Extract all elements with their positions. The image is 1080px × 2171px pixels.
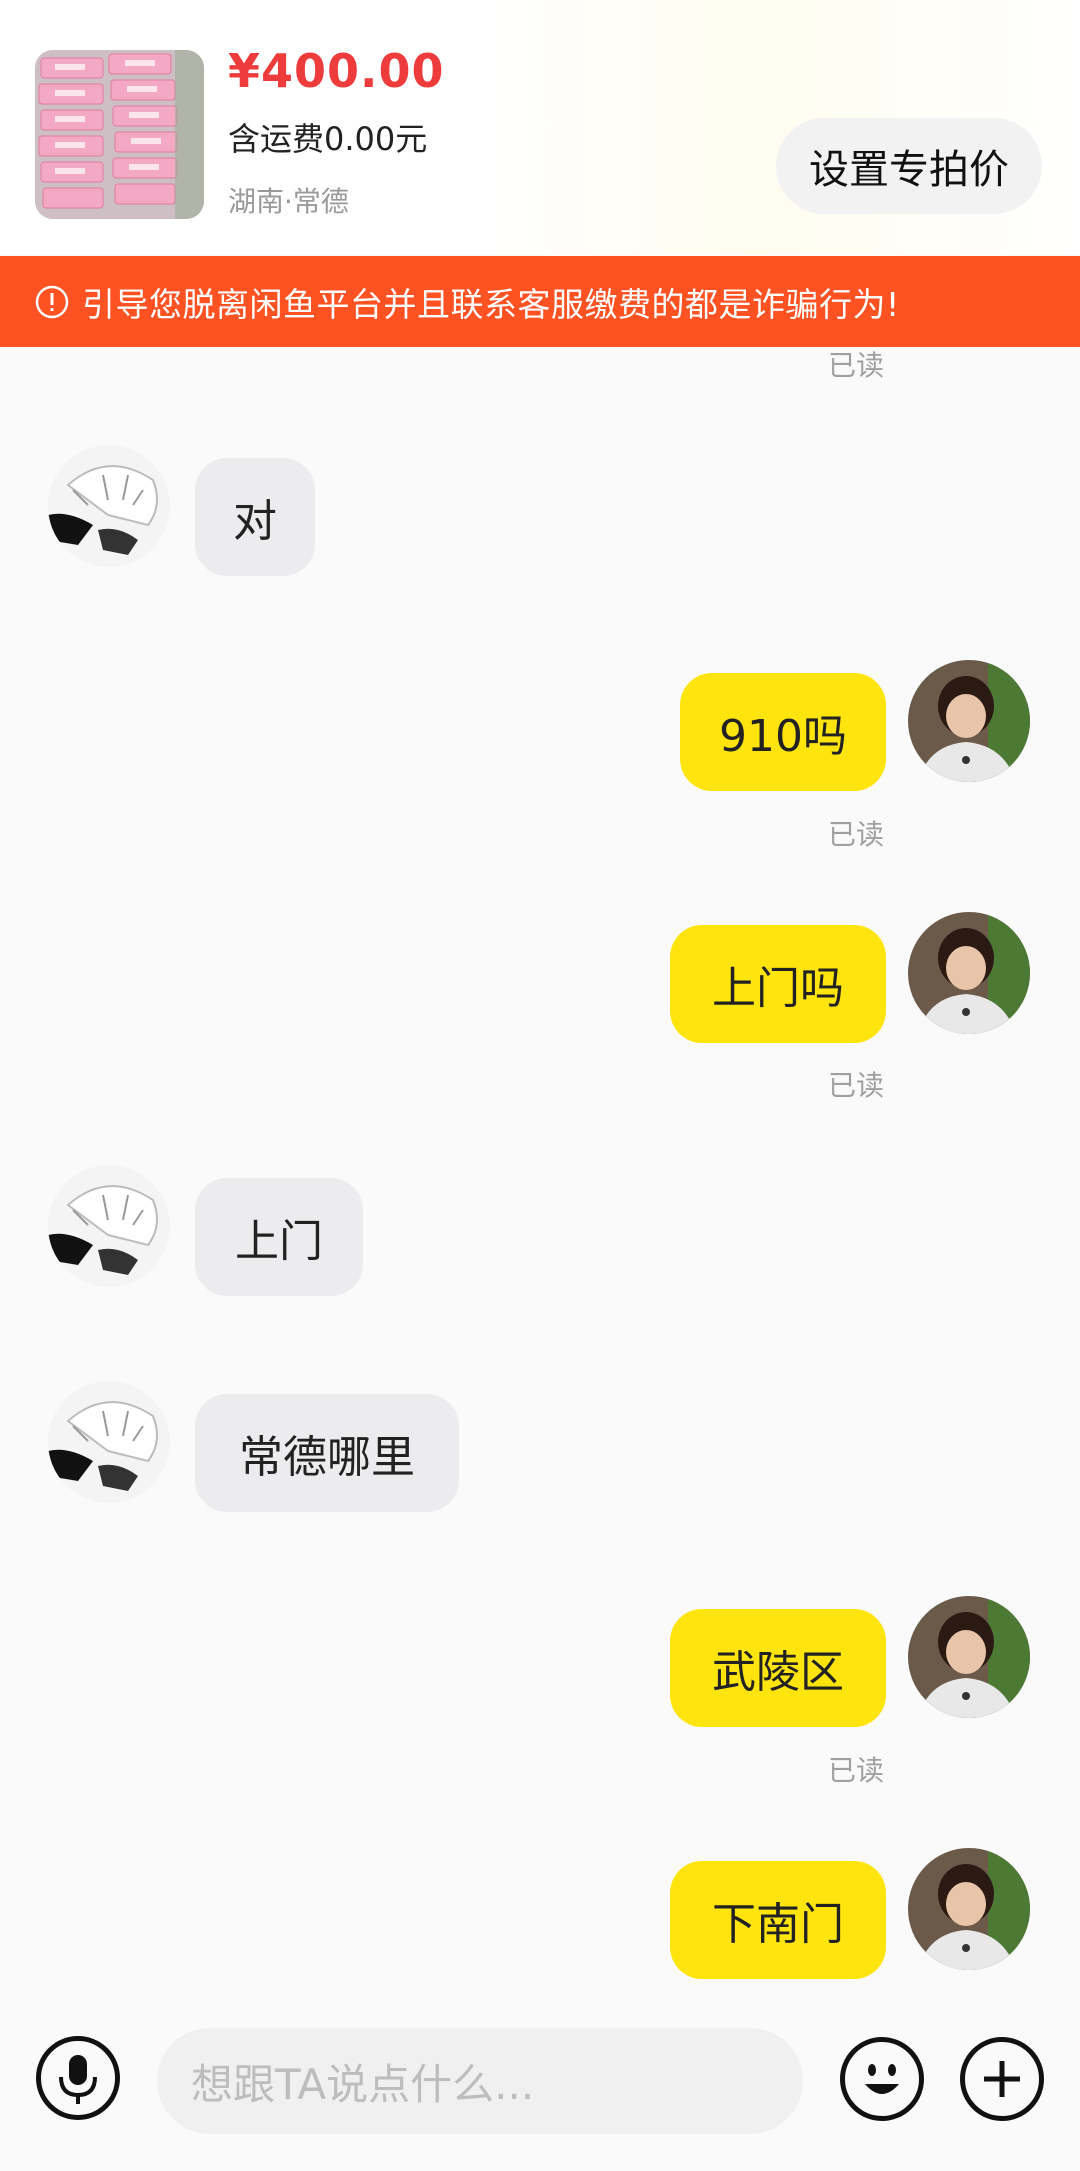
set-special-price-button[interactable]: 设置专拍价 [776, 118, 1042, 214]
read-status: 已读 [828, 1069, 885, 1102]
plus-icon [984, 2061, 1020, 2097]
microphone-icon [59, 2055, 97, 2104]
voice-input-button[interactable] [36, 2036, 120, 2120]
received-message-bubble[interactable]: 对 [195, 458, 315, 576]
fraud-warning-banner: 引导您脱离闲鱼平台并且联系客服缴费的都是诈骗行为! [0, 256, 1080, 347]
contact-avatar[interactable] [48, 1381, 170, 1503]
received-message-bubble[interactable]: 常德哪里 [195, 1394, 459, 1512]
product-price: ¥400.00 [228, 44, 445, 98]
my-avatar[interactable] [908, 1596, 1030, 1718]
emoji-button[interactable] [840, 2037, 924, 2121]
product-thumbnail[interactable] [35, 50, 204, 219]
received-message-bubble[interactable]: 上门 [195, 1178, 363, 1296]
product-header: ¥400.00 含运费0.00元 湖南·常德 设置专拍价 [0, 0, 1080, 255]
alert-circle-icon [35, 285, 69, 318]
contact-avatar[interactable] [48, 445, 170, 567]
sent-message-bubble[interactable]: 上门吗 [670, 925, 886, 1043]
read-status: 已读 [828, 349, 885, 382]
more-options-button[interactable] [960, 2037, 1044, 2121]
message-input[interactable]: 想跟TA说点什么... [157, 2028, 803, 2134]
warning-text: 引导您脱离闲鱼平台并且联系客服缴费的都是诈骗行为! [82, 284, 900, 324]
read-status: 已读 [828, 1754, 885, 1787]
my-avatar[interactable] [908, 912, 1030, 1034]
sent-message-bubble[interactable]: 910吗 [680, 673, 886, 791]
sent-message-bubble[interactable]: 下南门 [670, 1861, 886, 1979]
read-status: 已读 [828, 818, 885, 851]
my-avatar[interactable] [908, 660, 1030, 782]
product-location: 湖南·常德 [228, 185, 349, 218]
sent-message-bubble[interactable]: 武陵区 [670, 1609, 886, 1727]
my-avatar[interactable] [908, 1848, 1030, 1970]
contact-avatar[interactable] [48, 1165, 170, 1287]
shipping-fee: 含运费0.00元 [228, 120, 428, 158]
smiley-icon [865, 2064, 899, 2094]
